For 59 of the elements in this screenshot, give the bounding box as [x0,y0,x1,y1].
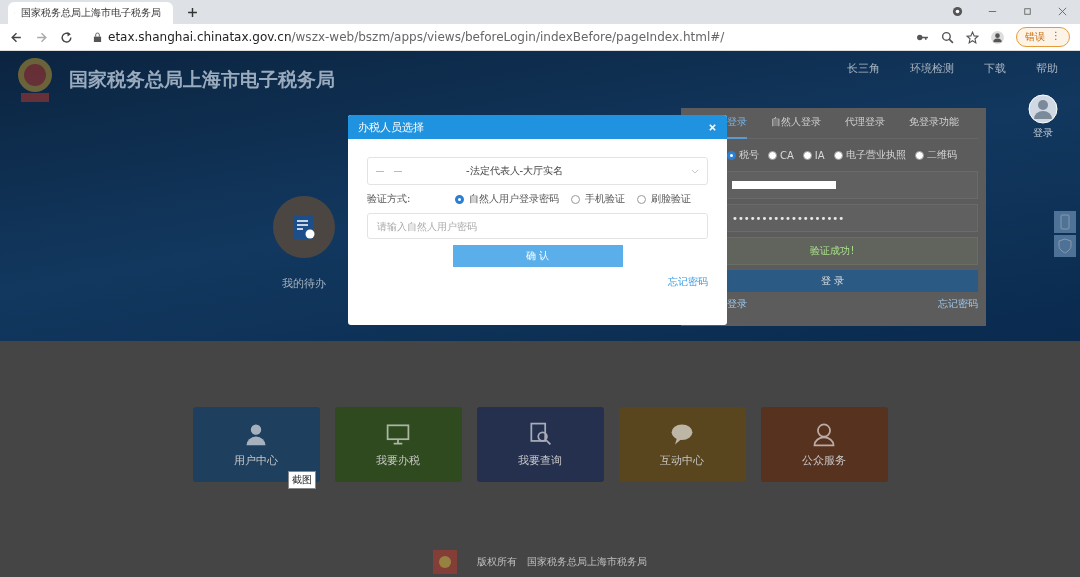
verify-label: 验证方式: [367,192,412,206]
header-link[interactable]: 帮助 [1036,61,1058,76]
organization-name: 国家税务总局上海市税务局 [527,555,647,569]
back-icon[interactable] [10,30,23,44]
lock-icon[interactable] [93,31,102,43]
chevron-icon [691,168,699,174]
header-link[interactable]: 下载 [984,61,1006,76]
method-label[interactable]: 税号 [739,148,759,162]
login-tab[interactable]: 自然人登录 [771,107,821,139]
password-input[interactable]: 请输入自然人用户密码 [367,213,708,239]
url-field[interactable]: etax.shanghai.chinatax.gov.cn/wszx-web/bszm/apps/views/beforeLogin/indexBefore/pageIndex.html#/ [108,30,904,44]
service-tile[interactable]: 公众服务 [760,407,888,482]
todo-label[interactable]: 我的待办 [282,276,326,291]
login-tab[interactable]: 代理登录 [845,107,885,139]
radio-button[interactable] [802,150,812,160]
monitor-icon [385,421,411,447]
star-icon[interactable] [966,30,979,44]
tooltip: 截图 [288,471,316,489]
people-icon [811,421,837,447]
site-title: 国家税务总局上海市电子税务局 [69,66,335,92]
verify-option[interactable]: 刷脸验证 [651,192,691,206]
login-tab[interactable]: 免登录功能 [909,107,959,139]
search-icon [527,421,553,447]
profile-icon[interactable] [991,30,1004,44]
radio-button[interactable] [914,150,924,160]
reload-icon[interactable] [60,30,73,44]
restore-icon[interactable] [1022,6,1033,17]
verify-option[interactable]: 手机验证 [585,192,625,206]
forgot-password-link[interactable]: 忘记密码 [938,297,978,311]
service-tile[interactable]: 我要查询 [476,407,604,482]
record-icon[interactable] [952,6,963,17]
taxpayer-select[interactable]: -法定代表人-大厅实名 [367,157,708,185]
header-link[interactable]: 环境检测 [910,61,954,76]
radio-button[interactable] [455,194,464,204]
avatar-icon[interactable] [1028,94,1058,124]
browser-tab[interactable]: 国家税务总局上海市电子税务局 [8,2,173,24]
avatar-label[interactable]: 登录 [1033,126,1053,140]
radio-button[interactable] [833,150,843,160]
modal-title: 办税人员选择 [358,119,424,135]
tab-title: 国家税务总局上海市电子税务局 [20,6,161,20]
document-icon [292,214,316,240]
radio-button[interactable] [571,194,580,204]
radio-button[interactable] [637,194,646,204]
method-label[interactable]: 电子营业执照 [845,148,906,162]
translate-button[interactable]: 错误 ⋮ [1016,27,1070,47]
copyright-text: 版权所有 [477,555,517,569]
service-tile[interactable]: 互动中心 [618,407,746,482]
header-link[interactable]: 长三角 [847,61,880,76]
method-label[interactable]: IA [814,149,825,161]
method-label[interactable]: CA [780,149,794,161]
emblem-icon [433,550,457,574]
verify-option[interactable]: 自然人用户登录密码 [469,192,559,206]
method-label[interactable]: 二维码 [926,148,957,162]
new-tab-icon[interactable] [187,7,198,18]
login-link[interactable]: 登录 [727,297,747,311]
service-tile[interactable]: 我要办税 [334,407,462,482]
close-icon[interactable] [1057,6,1068,17]
zoom-icon[interactable] [941,30,954,44]
radio-button[interactable] [768,150,777,160]
